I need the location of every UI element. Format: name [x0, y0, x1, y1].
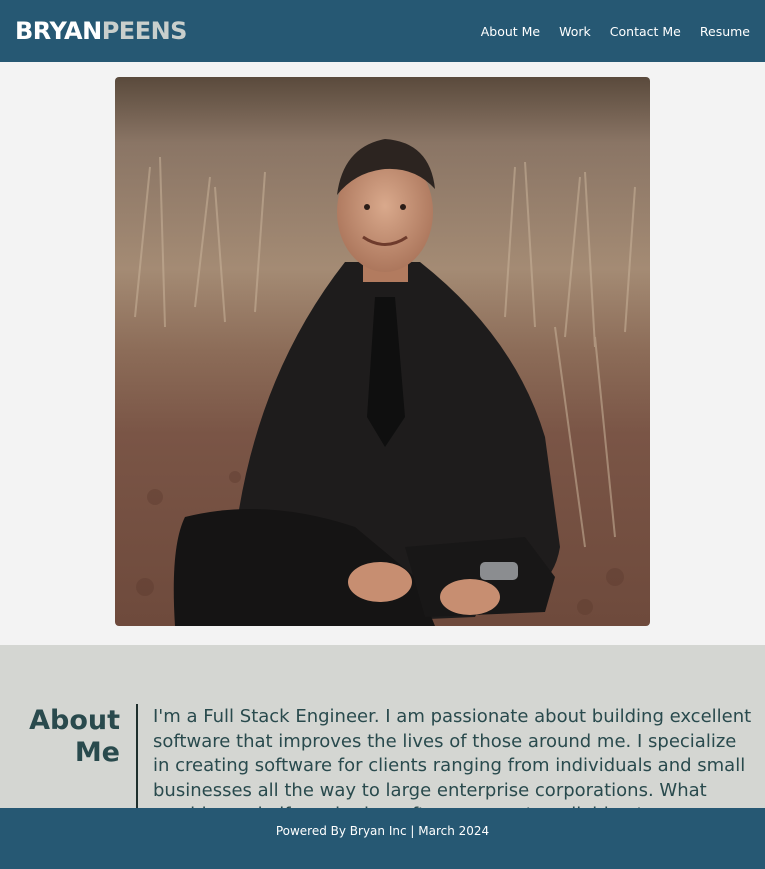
- logo-part-1: BRYAN: [15, 17, 102, 45]
- nav-contact-me[interactable]: Contact Me: [610, 24, 681, 39]
- profile-photo: [115, 77, 650, 626]
- site-logo[interactable]: BRYANPEENS: [15, 17, 187, 45]
- site-header: BRYANPEENS About Me Work Contact Me Resu…: [0, 0, 765, 62]
- footer-text: Powered By Bryan Inc | March 2024: [275, 824, 490, 838]
- about-heading: About Me: [0, 705, 120, 769]
- nav-about-me[interactable]: About Me: [481, 24, 540, 39]
- nav-resume[interactable]: Resume: [700, 24, 750, 39]
- site-footer: Powered By Bryan Inc | March 2024: [0, 808, 765, 869]
- about-heading-line-2: Me: [74, 737, 120, 768]
- about-heading-line-1: About: [29, 705, 120, 736]
- main-nav: About Me Work Contact Me Resume: [481, 24, 750, 39]
- logo-part-2: PEENS: [101, 17, 188, 45]
- about-divider: [136, 704, 138, 814]
- nav-work[interactable]: Work: [559, 24, 591, 39]
